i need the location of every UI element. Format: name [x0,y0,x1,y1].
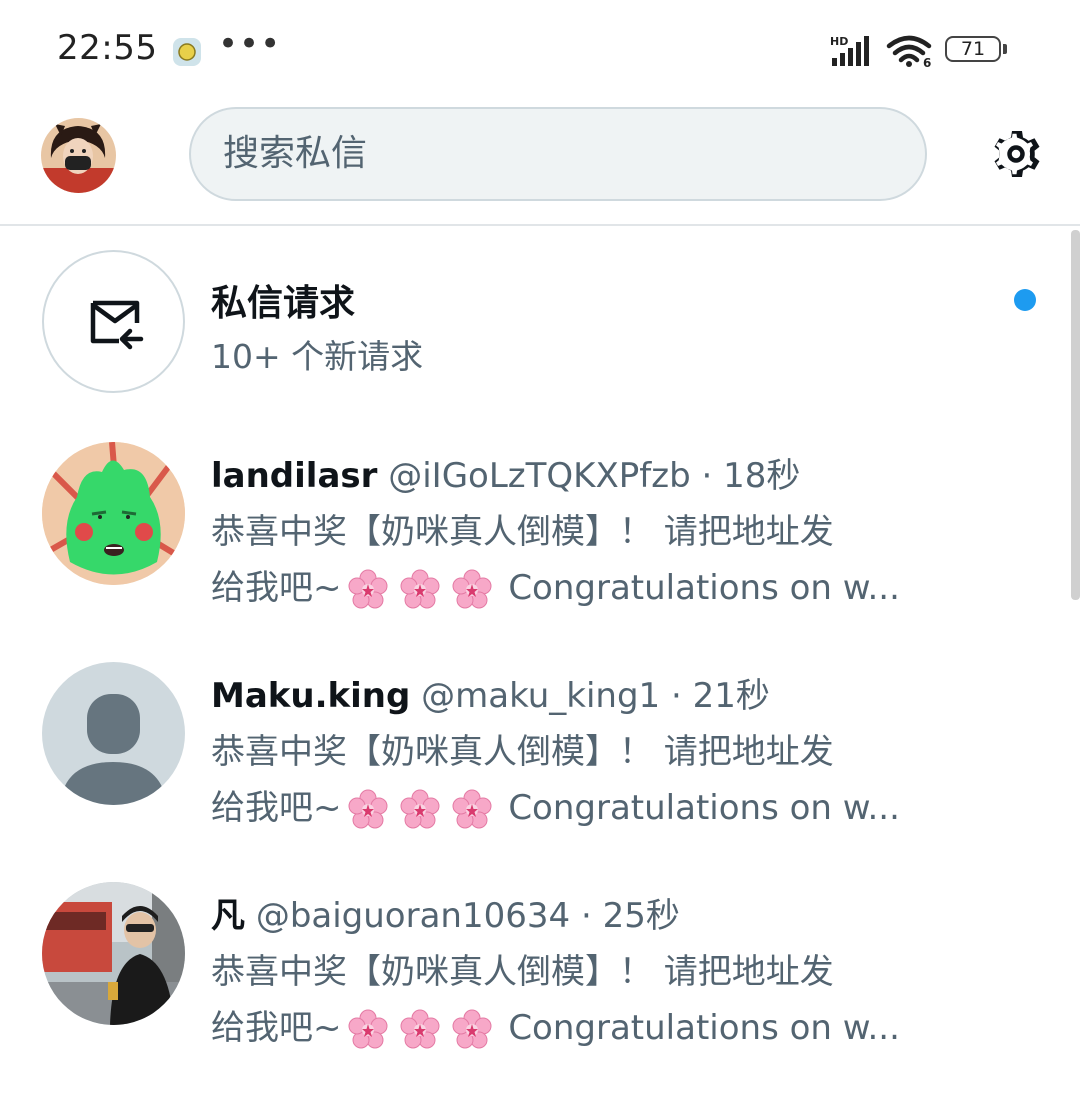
conversation-avatar[interactable] [42,662,185,805]
cherry-blossom-icon [452,1009,491,1048]
battery-level: 71 [960,38,986,60]
wifi-icon: 6 [886,35,931,68]
search-placeholder: 搜索私信 [223,133,368,174]
status-more-icon: ••• [218,24,282,64]
conversation-header: landilasr @iIGoLzTQKXPfzb · 18秒 [211,448,800,497]
battery-icon: 71 [945,36,1007,64]
scrollbar[interactable] [1071,230,1080,600]
conversation-row[interactable]: landilasr @iIGoLzTQKXPfzb · 18秒 恭喜中奖【奶咪真… [0,442,1070,662]
message-preview-suffix: Congratulations on w... [508,568,900,608]
dm-header: 搜索私信 [0,100,1080,226]
separator-dot: · [660,676,693,716]
cherry-blossom-icon [348,569,387,608]
message-preview-line1: 恭喜中奖【奶咪真人倒模】！ 请把地址发 [211,512,834,552]
cherry-blossom-icon [452,569,491,608]
unread-indicator [1014,289,1036,311]
message-preview-line2: 给我吧~ Congratulations on w... [211,780,971,832]
status-bar: 22:55 ••• HD 6 71 [0,0,1080,100]
sender-name: landilasr [211,456,378,496]
message-time: 18秒 [723,456,801,496]
message-preview-line2: 给我吧~ Congratulations on w... [211,1000,971,1052]
message-requests-icon-wrap [42,250,185,393]
app-notification-icon [173,38,201,66]
message-time: 25秒 [602,896,680,936]
sender-handle: @maku_king1 [421,676,661,716]
wifi-badge: 6 [923,56,931,68]
message-preview-suffix: Congratulations on w... [508,788,900,828]
message-requests-count: 10+ 个新请求 [211,337,424,376]
cherry-blossom-icon [348,1009,387,1048]
conversation-header: 凡 @baiguoran10634 · 25秒 [211,888,680,937]
message-preview-prefix: 给我吧~ [211,788,342,828]
cherry-blossom-icon [452,789,491,828]
message-requests-row[interactable]: 私信请求 10+ 个新请求 [0,230,1070,420]
sender-name: Maku.king [211,676,411,716]
conversation-row[interactable]: Maku.king @maku_king1 · 21秒 恭喜中奖【奶咪真人倒模】… [0,662,1070,882]
message-requests-title: 私信请求 [211,283,356,324]
separator-dot: · [570,896,603,936]
status-time: 22:55 [57,28,158,68]
separator-dot: · [690,456,724,496]
message-time: 21秒 [692,676,770,716]
search-input[interactable]: 搜索私信 [189,107,927,201]
message-preview-prefix: 给我吧~ [211,568,342,608]
message-preview-prefix: 给我吧~ [211,1008,342,1048]
sender-handle: @iIGoLzTQKXPfzb [388,456,691,496]
conversation-avatar[interactable] [42,442,185,585]
mail-incoming-icon [90,300,144,350]
message-preview-line2: 给我吧~ Congratulations on w... [211,560,971,612]
cherry-blossom-icon [400,569,439,608]
gear-icon [994,131,1040,177]
signal-hd-badge: HD [830,35,848,48]
cherry-blossom-icon [348,789,387,828]
message-preview-suffix: Congratulations on w... [508,1008,900,1048]
sender-name: 凡 [211,896,245,936]
profile-avatar[interactable] [41,118,116,193]
conversation-row[interactable]: 凡 @baiguoran10634 · 25秒 恭喜中奖【奶咪真人倒模】！ 请把… [0,882,1070,1102]
cherry-blossom-icon [400,789,439,828]
message-preview-line1: 恭喜中奖【奶咪真人倒模】！ 请把地址发 [211,732,834,772]
sender-handle: @baiguoran10634 [255,896,571,936]
message-preview-line1: 恭喜中奖【奶咪真人倒模】！ 请把地址发 [211,952,834,992]
conversation-header: Maku.king @maku_king1 · 21秒 [211,668,770,717]
default-avatar-icon [42,662,185,805]
settings-button[interactable] [986,124,1046,184]
cellular-signal-icon: HD [830,35,869,66]
cherry-blossom-icon [400,1009,439,1048]
conversation-avatar[interactable] [42,882,185,1025]
